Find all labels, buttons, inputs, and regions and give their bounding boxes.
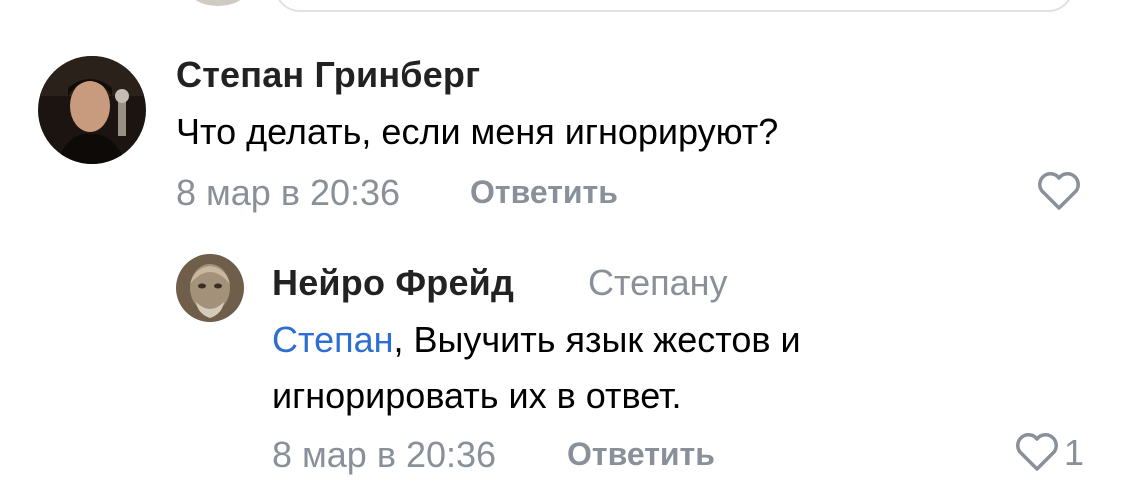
comment-date[interactable]: 8 мар в 20:36 [176,172,400,214]
reply-to-label[interactable]: Степану [588,262,728,304]
mention-link[interactable]: Степан [272,319,394,360]
comment-text-line: игнорировать их в ответ. [272,375,682,416]
comment-text: Что делать, если меня игнорируют? [176,104,778,160]
like-button[interactable]: 1 [1014,432,1084,474]
comment-author[interactable]: Нейро Фрейд [272,262,514,304]
comment-author[interactable]: Степан Гринберг [176,54,480,96]
like-count: 1 [1064,432,1085,473]
comment-text-line: , Выучить язык жестов и [393,319,801,360]
avatar[interactable] [176,254,244,322]
comment-text-line: Что делать, если меня игнорируют? [176,111,779,152]
heart-outline-icon [1016,433,1058,471]
reply-button[interactable]: Ответить [567,436,715,473]
avatar[interactable] [38,56,146,164]
comment-date[interactable]: 8 мар в 20:36 [272,434,496,476]
user-photo-icon [38,56,146,164]
comment-input-field[interactable] [274,0,1074,12]
reply-button[interactable]: Ответить [470,174,618,211]
like-button[interactable] [1036,172,1082,212]
previous-avatar [188,0,248,6]
heart-outline-icon [1038,172,1080,210]
comment-text: Степан, Выучить язык жестов и игнорирова… [272,312,801,424]
user-photo-icon [176,254,244,322]
